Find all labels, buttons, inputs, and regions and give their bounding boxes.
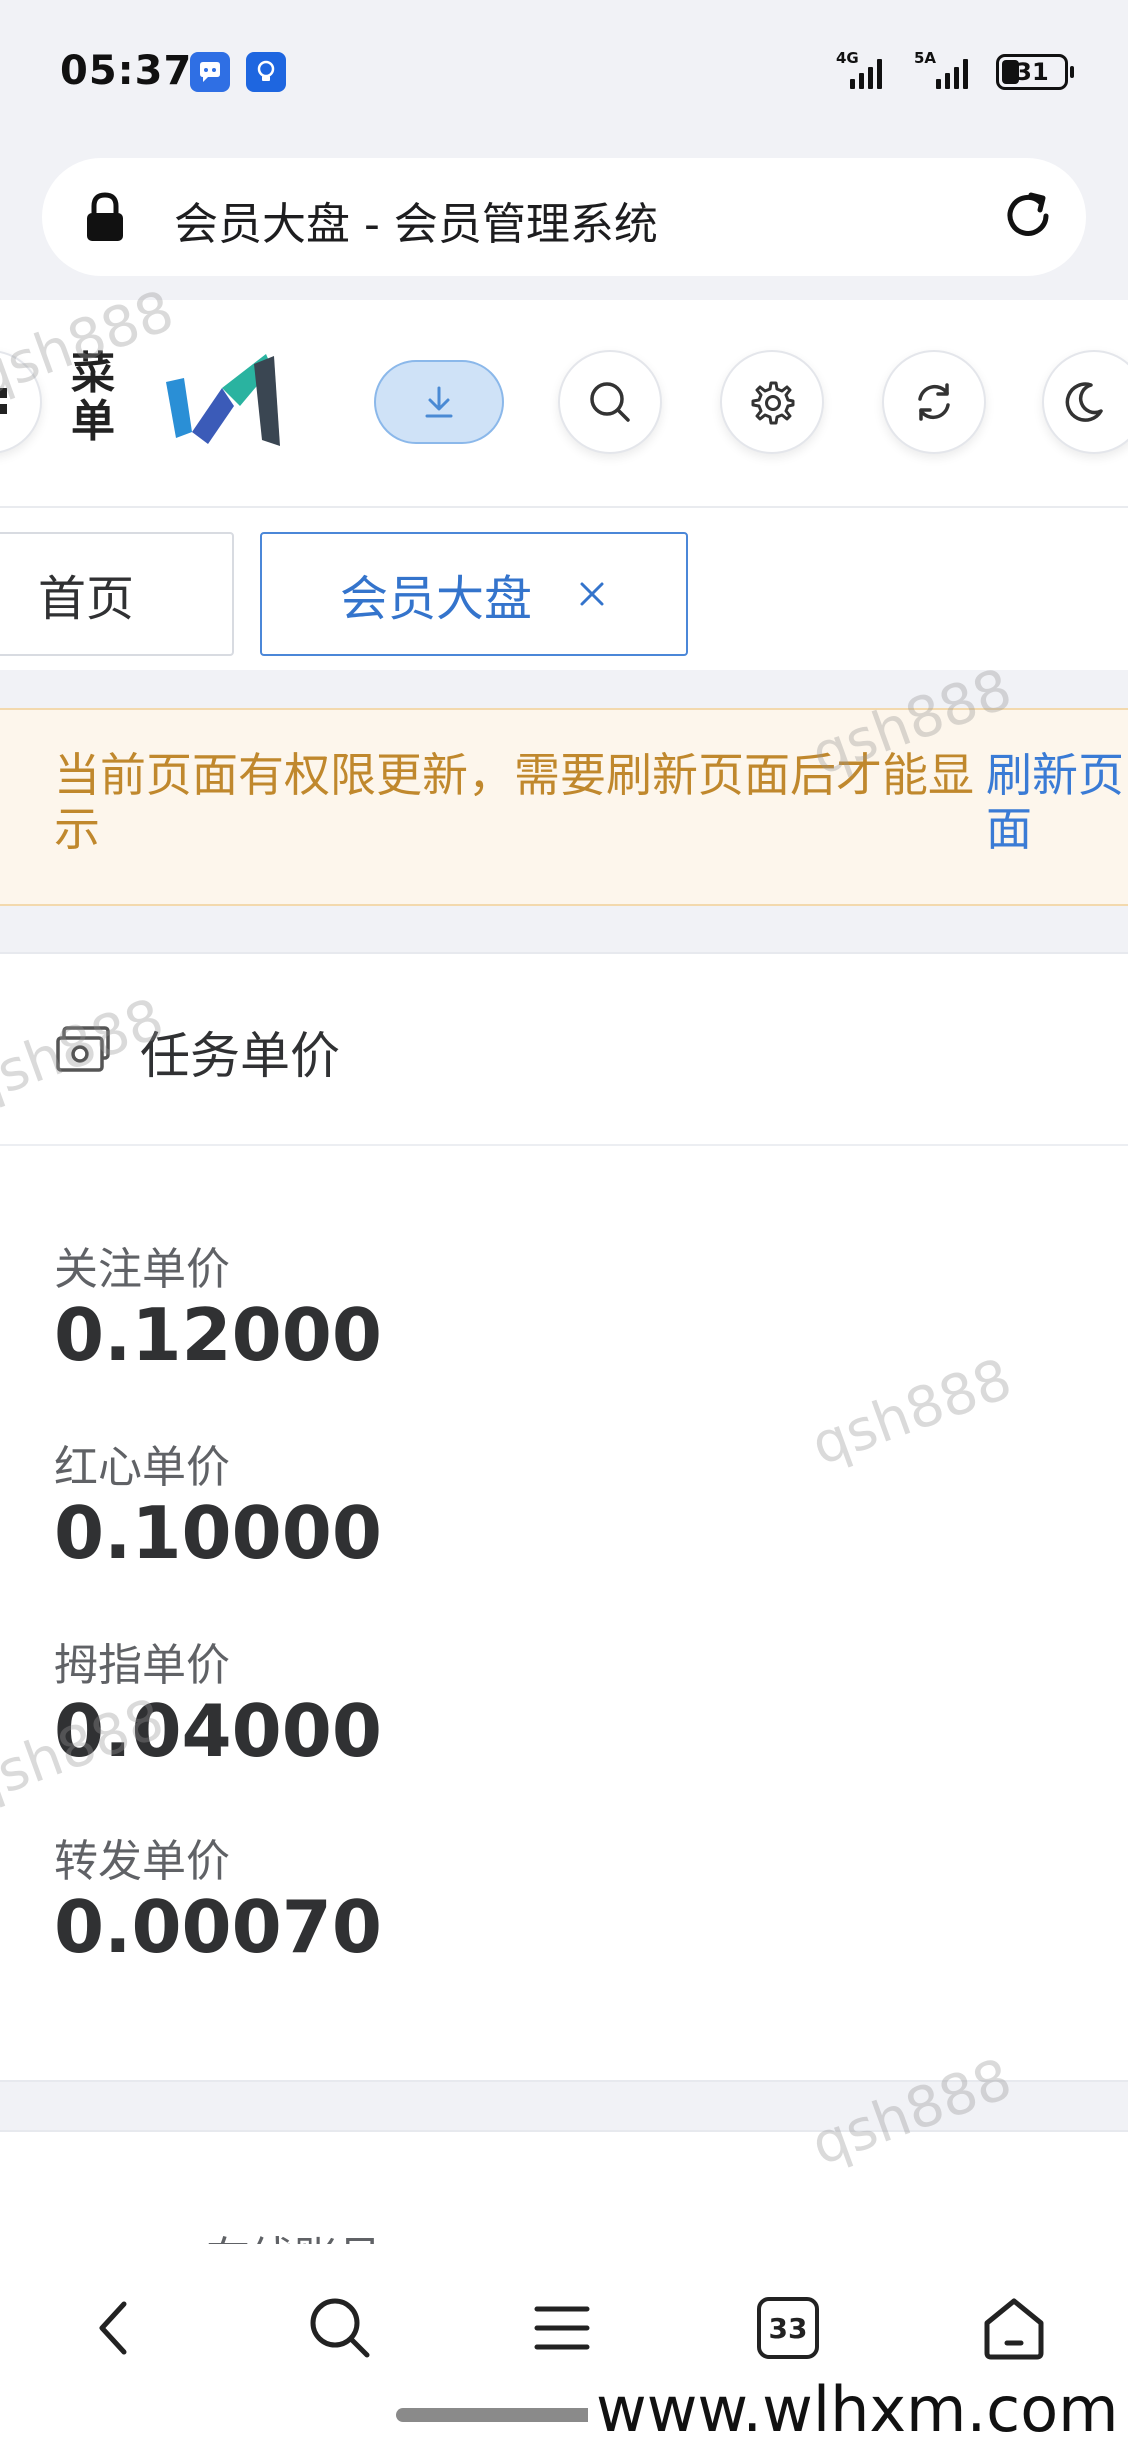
stat-value: 0.10000: [54, 1491, 382, 1575]
settings-button[interactable]: [720, 350, 824, 454]
home-icon: [984, 2298, 1044, 2360]
stat-value: 0.00070: [54, 1885, 382, 1969]
hamburger-icon: [534, 2306, 590, 2350]
tab-label: 首页: [38, 571, 135, 627]
refresh-icon: [918, 383, 950, 421]
search-button[interactable]: [558, 350, 662, 454]
gear-icon: [751, 381, 795, 425]
menu-button[interactable]: [512, 2288, 612, 2368]
stat-label: 拇指单价: [54, 1640, 230, 1691]
menu-toggle-button[interactable]: [0, 350, 42, 454]
network-label: 5A: [914, 49, 937, 67]
money-icon: [56, 1026, 110, 1072]
bulb-icon: [246, 52, 286, 92]
grid-icon: [0, 388, 7, 414]
app-header: 菜单: [0, 300, 1128, 508]
search-icon: [310, 2298, 370, 2358]
home-button[interactable]: [964, 2288, 1064, 2368]
card-title: 任务单价: [140, 1027, 340, 1085]
close-icon[interactable]: [576, 578, 608, 610]
back-button[interactable]: [64, 2288, 164, 2368]
reload-icon[interactable]: [998, 186, 1058, 246]
status-bar: 05:37 4G 5A 31: [0, 0, 1128, 150]
download-button[interactable]: [374, 360, 504, 444]
search-icon: [590, 382, 630, 422]
stat-label: 红心单价: [54, 1442, 230, 1493]
battery-icon: 31: [996, 54, 1074, 90]
tab-member-dashboard[interactable]: 会员大盘: [260, 532, 688, 656]
card-header: 任务单价: [0, 954, 1128, 1146]
chat-bubble-icon: [190, 52, 230, 92]
signal-4g-icon: 4G: [836, 49, 888, 89]
tab-home[interactable]: 首页: [0, 532, 234, 656]
stat-label: 关注单价: [54, 1244, 230, 1295]
stat-value: 0.04000: [54, 1689, 382, 1773]
page: 05:37 4G 5A 31 会员大盘 - 会员管理系统 菜单 首页 会员大盘 …: [0, 0, 1128, 2444]
tab-bar: 首页 会员大盘: [0, 508, 1128, 670]
permission-alert: 当前页面有权限更新，需要刷新页面后才能显示 刷新页面: [0, 708, 1128, 906]
signal-5a-icon: 5A: [914, 49, 974, 89]
chevron-left-icon: [99, 2301, 127, 2355]
stat-follow-price: 关注单价 0.12000: [54, 1244, 382, 1376]
stat-thumb-price: 拇指单价 0.04000: [54, 1640, 382, 1772]
search-button[interactable]: [290, 2288, 390, 2368]
refresh-page-link[interactable]: 刷新页面: [986, 748, 1128, 856]
status-indicators: 4G 5A 31: [836, 49, 1074, 94]
moon-icon: [1065, 382, 1103, 422]
task-price-card: 任务单价 关注单价 0.12000 红心单价 0.10000 拇指单价 0.04…: [0, 952, 1128, 2082]
download-icon: [425, 386, 453, 418]
tabs-button[interactable]: 33: [738, 2288, 838, 2368]
refresh-button[interactable]: [882, 350, 986, 454]
logo-icon: [166, 354, 280, 446]
alert-message: 当前页面有权限更新，需要刷新页面后才能显示: [54, 748, 974, 856]
status-time: 05:37: [60, 48, 193, 94]
stat-repost-price: 转发单价 0.00070: [54, 1836, 382, 1968]
site-watermark: www.wlhxm.com: [588, 2376, 1127, 2444]
lock-icon: [87, 192, 123, 241]
battery-level: 31: [1015, 58, 1049, 86]
theme-toggle-button[interactable]: [1042, 350, 1128, 454]
stat-label: 转发单价: [54, 1836, 230, 1887]
menu-label[interactable]: 菜单: [68, 350, 118, 446]
home-indicator: [396, 2408, 606, 2422]
stat-value: 0.12000: [54, 1293, 382, 1377]
network-label: 4G: [836, 49, 859, 67]
page-title: 会员大盘 - 会员管理系统: [174, 199, 658, 250]
tab-label: 会员大盘: [340, 571, 533, 627]
stat-heart-price: 红心单价 0.10000: [54, 1442, 382, 1574]
tab-count: 33: [757, 2297, 819, 2359]
address-bar[interactable]: 会员大盘 - 会员管理系统: [42, 158, 1086, 276]
